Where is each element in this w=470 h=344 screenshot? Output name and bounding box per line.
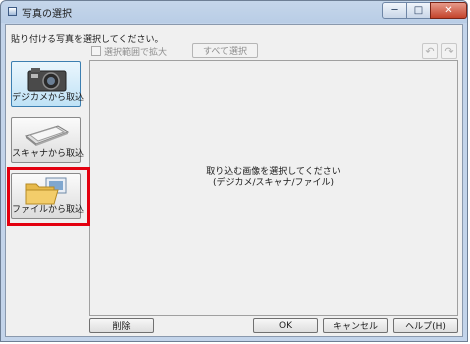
expand-selection-checkbox[interactable] — [91, 46, 101, 56]
import-from-camera-button[interactable]: デジカメから取込 — [11, 61, 85, 107]
preview-message-line-1: 取り込む画像を選択してください — [206, 167, 341, 177]
cancel-button[interactable]: キャンセル — [323, 318, 388, 333]
cancel-button-label: キャンセル — [332, 322, 378, 332]
scanner-icon — [24, 125, 70, 146]
import-from-scanner-button[interactable]: スキャナから取込 — [11, 117, 85, 163]
expand-selection-label: 選択範囲で拡大 — [104, 48, 168, 58]
title-bar[interactable]: 写真の選択 ─ □ ✕ — [1, 1, 469, 23]
camera-icon — [27, 68, 67, 92]
rotate-right-icon: ↷ — [444, 44, 454, 58]
select-all-button[interactable]: すべて選択 — [192, 43, 258, 58]
rotate-left-button[interactable]: ↶ — [422, 43, 438, 59]
delete-button-label: 削除 — [112, 322, 131, 332]
close-icon: ✕ — [444, 5, 453, 16]
select-all-label: すべて選択 — [202, 47, 247, 57]
delete-button[interactable]: 削除 — [89, 318, 154, 333]
minimize-button[interactable]: ─ — [382, 2, 407, 19]
maximize-button[interactable]: □ — [406, 2, 431, 19]
camera-button-label: デジカメから取込 — [12, 93, 85, 103]
window-title: 写真の選択 — [22, 9, 72, 20]
dialog-window: 写真の選択 ─ □ ✕ 貼り付ける写真を選択してください。 選択範囲で拡大 すべ… — [0, 0, 468, 342]
ok-button[interactable]: OK — [253, 318, 318, 333]
image-preview-area[interactable]: 取り込む画像を選択してください (デジカメ/スキャナ/ファイル) — [89, 60, 458, 316]
file-import-highlight-box — [7, 167, 90, 226]
help-button-label: ヘルプ(H) — [405, 322, 446, 332]
rotate-left-icon: ↶ — [425, 44, 435, 58]
close-button[interactable]: ✕ — [430, 2, 467, 19]
maximize-icon: □ — [413, 5, 424, 16]
minimize-icon: ─ — [391, 5, 398, 16]
instruction-text: 貼り付ける写真を選択してください。 — [11, 35, 164, 45]
ok-button-label: OK — [279, 320, 292, 331]
help-button[interactable]: ヘルプ(H) — [393, 318, 458, 333]
app-icon — [8, 7, 17, 16]
preview-message-line-2: (デジカメ/スキャナ/ファイル) — [212, 178, 335, 188]
rotate-right-button[interactable]: ↷ — [441, 43, 457, 59]
scanner-button-label: スキャナから取込 — [12, 149, 85, 159]
preview-message: 取り込む画像を選択してください (デジカメ/スキャナ/ファイル) — [90, 167, 457, 189]
